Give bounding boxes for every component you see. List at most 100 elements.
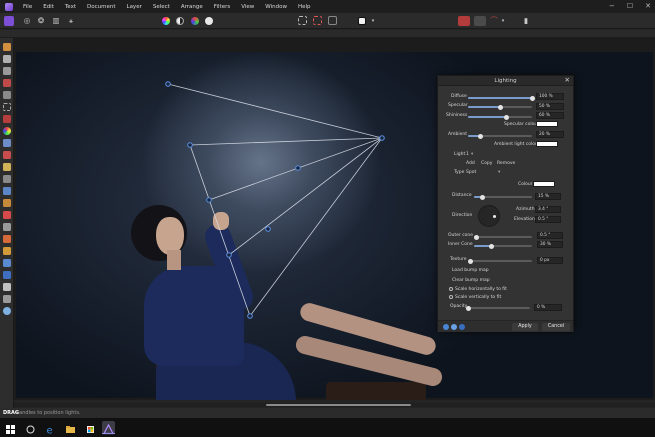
type-select[interactable]: Spot xyxy=(466,170,476,175)
selection-brush-icon[interactable] xyxy=(3,79,11,87)
panel-header[interactable]: Lighting ✕ xyxy=(438,76,573,86)
elevation-value[interactable]: 0.5 ° xyxy=(535,216,561,223)
opacity-value[interactable]: 0 % xyxy=(534,304,562,311)
healing-brush-icon[interactable] xyxy=(3,199,11,207)
chevron-down-icon[interactable]: ▾ xyxy=(498,16,508,26)
scale-vertically-checkbox[interactable] xyxy=(449,295,453,299)
store-icon[interactable] xyxy=(84,421,97,434)
ambient-value[interactable]: 20 % xyxy=(536,131,564,138)
chevron-down-icon[interactable]: ▾ xyxy=(498,170,500,175)
add-light-button[interactable]: Add xyxy=(466,161,475,166)
scrollbar-thumb[interactable] xyxy=(266,404,411,406)
copy-light-button[interactable]: Copy xyxy=(481,161,492,166)
move-tool-icon[interactable] xyxy=(3,55,11,63)
menu-select[interactable]: Select xyxy=(153,4,170,10)
light-handle[interactable] xyxy=(206,197,212,203)
flood-select-icon[interactable] xyxy=(3,91,11,99)
shininess-slider[interactable] xyxy=(468,114,532,120)
remove-light-button[interactable]: Remove xyxy=(497,161,515,166)
affinity-photo-taskbar-icon[interactable] xyxy=(102,421,115,435)
specular-colour-swatch[interactable] xyxy=(536,121,558,127)
specular-value[interactable]: 50 % xyxy=(536,103,564,110)
chevron-down-icon[interactable]: ▾ xyxy=(471,152,473,157)
menu-filters[interactable]: Filters xyxy=(214,4,231,10)
direction-dial[interactable] xyxy=(478,205,500,227)
gradient-tool-icon[interactable] xyxy=(3,271,11,279)
develop-persona-icon[interactable]: ❂ xyxy=(36,16,46,26)
minimize-button[interactable]: − xyxy=(609,2,615,10)
blur-tool-icon[interactable] xyxy=(3,187,11,195)
search-icon[interactable] xyxy=(24,421,37,434)
preview-icon[interactable] xyxy=(451,324,457,330)
snapping-icon[interactable] xyxy=(458,16,470,26)
liquify-persona-icon[interactable]: ◎ xyxy=(22,16,32,26)
quick-mask-icon[interactable] xyxy=(358,17,366,25)
opacity-slider[interactable] xyxy=(465,305,530,311)
merge-icon[interactable] xyxy=(443,324,449,330)
light-handle[interactable] xyxy=(226,252,232,258)
ambient-slider[interactable] xyxy=(468,133,532,139)
distance-value[interactable]: 15 % xyxy=(535,193,561,200)
marquee-tool-icon[interactable] xyxy=(3,103,11,111)
clear-bump-map-button[interactable]: Clear bump map xyxy=(452,278,490,283)
distance-slider[interactable] xyxy=(474,194,532,200)
horizontal-scrollbar[interactable] xyxy=(14,403,655,407)
view-tool-icon[interactable] xyxy=(3,43,11,51)
inner-cone-value[interactable]: 30 % xyxy=(537,241,563,248)
menu-layer[interactable]: Layer xyxy=(127,4,142,10)
apply-button[interactable]: Apply xyxy=(512,323,538,331)
clone-tool-icon[interactable] xyxy=(3,175,11,183)
reset-icon[interactable] xyxy=(459,324,465,330)
paint-brush-icon[interactable] xyxy=(3,127,11,135)
color-picker-icon[interactable] xyxy=(3,115,11,123)
shape-tool-icon[interactable] xyxy=(3,247,11,255)
light-colour-swatch[interactable] xyxy=(533,181,555,187)
light-select[interactable]: 1 xyxy=(466,152,469,157)
menu-document[interactable]: Document xyxy=(87,4,116,10)
marquee-selection-icon[interactable] xyxy=(298,16,307,25)
menu-help[interactable]: Help xyxy=(298,4,311,10)
text-tool-icon[interactable] xyxy=(3,283,11,291)
inner-cone-slider[interactable] xyxy=(474,243,532,249)
edge-browser-icon[interactable]: e xyxy=(44,421,57,437)
shininess-value[interactable]: 60 % xyxy=(536,112,564,119)
pen-tool-icon[interactable] xyxy=(3,223,11,231)
zoom-tool-icon[interactable] xyxy=(3,307,11,315)
chevron-down-icon[interactable]: ▾ xyxy=(368,16,378,26)
cancel-button[interactable]: Cancel xyxy=(542,323,570,331)
azimuth-value[interactable]: 3.4 ° xyxy=(535,206,561,213)
assistant-icon[interactable]: ▮ xyxy=(521,16,531,26)
light-source-handle[interactable] xyxy=(379,135,385,141)
outer-cone-value[interactable]: 0.5 ° xyxy=(537,232,563,239)
menu-edit[interactable]: Edit xyxy=(43,4,54,10)
menu-file[interactable]: File xyxy=(23,4,32,10)
light-handle[interactable] xyxy=(247,313,253,319)
auto-contrast-icon[interactable] xyxy=(176,17,184,25)
brush-tool-icon[interactable] xyxy=(3,151,11,159)
load-bump-map-button[interactable]: Load bump map xyxy=(452,268,489,273)
diffuse-value[interactable]: 100 % xyxy=(536,93,564,100)
panel-close-icon[interactable]: ✕ xyxy=(565,77,570,84)
maximize-button[interactable]: ☐ xyxy=(627,2,633,10)
light-handle[interactable] xyxy=(187,142,193,148)
invert-selection-icon[interactable] xyxy=(328,16,337,25)
deselect-icon[interactable] xyxy=(313,16,322,25)
menu-window[interactable]: Window xyxy=(265,4,287,10)
photo-persona-icon[interactable] xyxy=(4,16,14,26)
tone-mapping-persona-icon[interactable]: ▥ xyxy=(51,16,61,26)
dodge-tool-icon[interactable] xyxy=(3,163,11,171)
magnet-icon[interactable] xyxy=(474,16,486,26)
scale-horizontally-checkbox[interactable] xyxy=(449,287,453,291)
ambient-colour-swatch[interactable] xyxy=(536,141,558,147)
menu-view[interactable]: View xyxy=(241,4,254,10)
auto-white-balance-icon[interactable] xyxy=(205,17,213,25)
windows-start-icon[interactable] xyxy=(4,421,17,434)
diffuse-slider[interactable] xyxy=(468,95,535,101)
light-handle[interactable] xyxy=(165,81,171,87)
menu-text[interactable]: Text xyxy=(65,4,76,10)
texture-slider[interactable] xyxy=(467,258,532,264)
crop-tool-icon[interactable] xyxy=(3,67,11,75)
red-eye-icon[interactable] xyxy=(3,211,11,219)
direction-dial-dot[interactable] xyxy=(493,215,496,218)
export-persona-icon[interactable]: ⚹ xyxy=(66,16,76,26)
